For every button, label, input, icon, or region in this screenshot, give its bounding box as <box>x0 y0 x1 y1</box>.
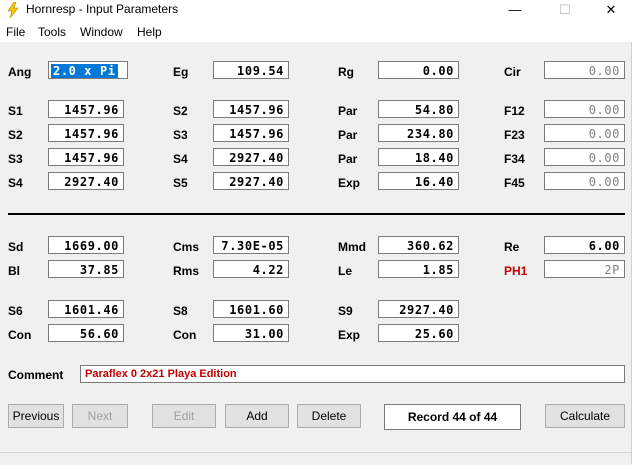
rms-field[interactable]: 4.22 <box>213 260 289 278</box>
label-s2-row3: S2 <box>8 128 23 142</box>
con1-field[interactable]: 56.60 <box>48 324 124 342</box>
label-bl: Bl <box>8 264 20 278</box>
s5-field[interactable]: 2927.40 <box>213 172 289 190</box>
label-cir: Cir <box>504 65 521 79</box>
f34-field[interactable]: 0.00 <box>544 148 625 166</box>
maximize-button[interactable]: ☐ <box>542 0 588 20</box>
cir-field[interactable]: 0.00 <box>544 61 625 79</box>
f12-field[interactable]: 0.00 <box>544 100 625 118</box>
ang-field[interactable]: 2.0 x Pi <box>48 61 128 79</box>
label-ang: Ang <box>8 65 32 79</box>
label-s4: S4 <box>173 152 188 166</box>
menu-window[interactable]: Window <box>80 25 123 39</box>
label-f45: F45 <box>504 176 525 190</box>
label-s6: S6 <box>8 304 23 318</box>
label-f34: F34 <box>504 152 525 166</box>
status-bar <box>0 452 631 465</box>
s1-field[interactable]: 1457.96 <box>48 100 124 118</box>
menu-tools[interactable]: Tools <box>38 25 66 39</box>
label-exp1: Exp <box>338 176 361 190</box>
le-field[interactable]: 1.85 <box>378 260 459 278</box>
label-s1: S1 <box>8 104 23 118</box>
s8-field[interactable]: 1601.60 <box>213 300 289 318</box>
section-divider <box>8 213 625 215</box>
rg-field[interactable]: 0.00 <box>378 61 459 79</box>
ang-value: 2.0 x Pi <box>51 64 118 78</box>
label-eg: Eg <box>173 65 189 79</box>
label-f23: F23 <box>504 128 525 142</box>
window-title: Hornresp - Input Parameters <box>26 2 179 16</box>
exp1-field[interactable]: 16.40 <box>378 172 459 190</box>
previous-button[interactable]: Previous <box>8 404 64 428</box>
sd-field[interactable]: 1669.00 <box>48 236 124 254</box>
calculate-button[interactable]: Calculate <box>545 404 625 428</box>
label-rg: Rg <box>338 65 354 79</box>
par2-field[interactable]: 234.80 <box>378 124 459 142</box>
lightning-icon <box>7 2 19 18</box>
label-comment: Comment <box>8 368 64 382</box>
label-par1: Par <box>338 104 358 118</box>
label-par2: Par <box>338 128 358 142</box>
label-s3: S3 <box>173 128 188 142</box>
s4-field[interactable]: 2927.40 <box>213 148 289 166</box>
label-le: Le <box>338 264 353 278</box>
delete-button[interactable]: Delete <box>297 404 361 428</box>
record-indicator: Record 44 of 44 <box>384 404 521 430</box>
label-s8: S8 <box>173 304 188 318</box>
label-par3: Par <box>338 152 358 166</box>
label-ph1: PH1 <box>504 264 528 278</box>
con2-field[interactable]: 31.00 <box>213 324 289 342</box>
label-rms: Rms <box>173 264 200 278</box>
next-button[interactable]: Next <box>72 404 128 428</box>
title-bar: Hornresp - Input Parameters — ☐ ✕ <box>0 0 635 20</box>
label-s5: S5 <box>173 176 188 190</box>
label-f12: F12 <box>504 104 525 118</box>
s6-field[interactable]: 1601.46 <box>48 300 124 318</box>
add-button[interactable]: Add <box>225 404 289 428</box>
label-cms: Cms <box>173 240 200 254</box>
window-edge <box>631 42 635 464</box>
label-s2: S2 <box>173 104 188 118</box>
cms-field[interactable]: 7.30E-05 <box>213 236 289 254</box>
bl-field[interactable]: 37.85 <box>48 260 124 278</box>
label-exp2: Exp <box>338 328 361 342</box>
label-re: Re <box>504 240 520 254</box>
menu-help[interactable]: Help <box>137 25 162 39</box>
s9-field[interactable]: 2927.40 <box>378 300 459 318</box>
f23-field[interactable]: 0.00 <box>544 124 625 142</box>
s2-field[interactable]: 1457.96 <box>213 100 289 118</box>
par1-field[interactable]: 54.80 <box>378 100 459 118</box>
s3-left-field[interactable]: 1457.96 <box>48 148 124 166</box>
par3-field[interactable]: 18.40 <box>378 148 459 166</box>
s2-left-field[interactable]: 1457.96 <box>48 124 124 142</box>
label-s3-row4: S3 <box>8 152 23 166</box>
edit-button[interactable]: Edit <box>152 404 216 428</box>
exp2-field[interactable]: 25.60 <box>378 324 459 342</box>
s4-left-field[interactable]: 2927.40 <box>48 172 124 190</box>
label-con2: Con <box>173 328 197 342</box>
label-con1: Con <box>8 328 32 342</box>
mmd-field[interactable]: 360.62 <box>378 236 459 254</box>
minimize-button[interactable]: — <box>492 0 538 20</box>
re-field[interactable]: 6.00 <box>544 236 625 254</box>
label-s9: S9 <box>338 304 353 318</box>
label-sd: Sd <box>8 240 24 254</box>
ph1-field[interactable]: 2P <box>544 260 625 278</box>
menu-bar: File Tools Window Help <box>0 22 635 42</box>
eg-field[interactable]: 109.54 <box>213 61 289 79</box>
menu-file[interactable]: File <box>6 25 25 39</box>
close-button[interactable]: ✕ <box>588 0 634 20</box>
label-s4-row5: S4 <box>8 176 23 190</box>
s3-field[interactable]: 1457.96 <box>213 124 289 142</box>
comment-field[interactable]: Paraflex 0 2x21 Playa Edition <box>80 365 625 383</box>
f45-field[interactable]: 0.00 <box>544 172 625 190</box>
label-mmd: Mmd <box>338 240 366 254</box>
